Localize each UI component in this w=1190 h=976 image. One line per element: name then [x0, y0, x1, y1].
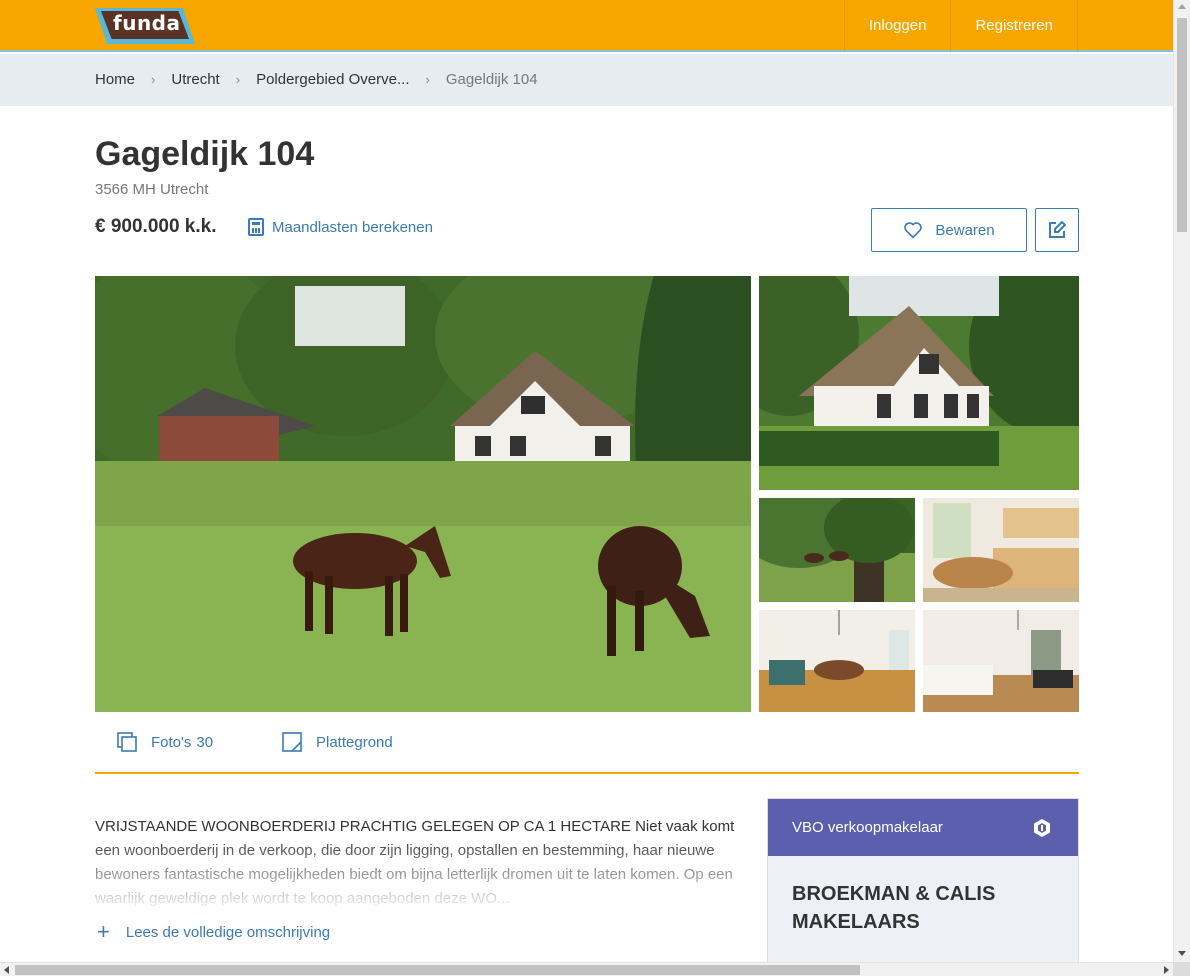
scroll-right-icon[interactable] [1164, 966, 1169, 974]
listing-price: € 900.000 k.k. [95, 216, 217, 237]
agent-card-header: VBO verkoopmakelaar [768, 799, 1078, 856]
save-label: Bewaren [935, 221, 995, 239]
description-text: VRIJSTAANDE WOONBOERDERIJ PRACHTIG GELEG… [95, 818, 735, 907]
tab-floorplan[interactable]: Plattegrond [282, 732, 393, 752]
horizontal-scrollbar[interactable] [0, 962, 1173, 976]
chevron-right-icon: › [151, 72, 156, 87]
register-link[interactable]: Registreren [950, 0, 1078, 52]
floorplan-icon [282, 732, 302, 752]
photos-icon [117, 732, 137, 752]
photo-thumb-horses[interactable] [759, 498, 915, 602]
tab-photos[interactable]: Foto's 30 [117, 732, 213, 752]
top-header: funda Inloggen Registreren [0, 0, 1173, 52]
logo-text: funda [113, 11, 181, 35]
vertical-scroll-thumb[interactable] [1177, 18, 1187, 232]
breadcrumb-city[interactable]: Utrecht [171, 71, 219, 88]
scrollbar-corner [1173, 962, 1190, 976]
vertical-scrollbar[interactable] [1173, 0, 1190, 962]
chevron-right-icon: › [425, 72, 430, 87]
heart-icon [904, 222, 923, 239]
edit-button[interactable] [1035, 208, 1079, 252]
scroll-down-icon[interactable] [1178, 951, 1186, 956]
scroll-up-icon[interactable] [1178, 4, 1186, 9]
breadcrumb-area[interactable]: Poldergebied Overve... [256, 71, 409, 88]
plus-icon: + [97, 919, 110, 944]
main-photo[interactable] [95, 276, 751, 712]
breadcrumb-current: Gageldijk 104 [445, 71, 538, 88]
breadcrumb: Home › Utrecht › Poldergebied Overve... … [95, 71, 538, 88]
horizontal-scroll-thumb[interactable] [15, 965, 860, 975]
page-title: Gageldijk 104 [95, 135, 315, 173]
scroll-left-icon[interactable] [4, 966, 9, 974]
media-tabs: Foto's 30 Plattegrond [95, 718, 1079, 774]
breadcrumb-bar: Home › Utrecht › Poldergebied Overve... … [0, 54, 1173, 106]
save-button[interactable]: Bewaren [871, 208, 1027, 252]
photo-thumb-house[interactable] [759, 276, 1079, 490]
monthly-costs-label: Maandlasten berekenen [272, 218, 433, 236]
photo-thumb-kitchen[interactable] [923, 498, 1079, 602]
agent-type-label: VBO verkoopmakelaar [792, 819, 943, 836]
agent-card-body: BROEKMAN & CALIS MAKELAARS [768, 856, 1078, 975]
calculator-icon [248, 218, 264, 236]
floorplan-label: Plattegrond [316, 733, 393, 751]
monthly-costs-link[interactable]: Maandlasten berekenen [248, 218, 433, 236]
edit-icon [1049, 221, 1066, 238]
chevron-right-icon: › [235, 72, 241, 87]
listing-address: 3566 MH Utrecht [95, 181, 209, 198]
photos-label: Foto's [151, 733, 192, 751]
vbo-badge-icon [1034, 819, 1050, 837]
funda-logo[interactable]: funda [95, 8, 195, 44]
photo-thumb-bedroom[interactable] [923, 610, 1079, 712]
read-more-label: Lees de volledige omschrijving [125, 923, 331, 941]
read-more-link[interactable]: + Lees de volledige omschrijving [97, 921, 330, 943]
breadcrumb-home[interactable]: Home [95, 71, 135, 88]
agent-name[interactable]: BROEKMAN & CALIS MAKELAARS [792, 880, 1054, 936]
header-nav: Inloggen Registreren [843, 0, 1078, 52]
photo-thumb-living-room[interactable] [759, 610, 915, 712]
login-link[interactable]: Inloggen [843, 0, 951, 52]
photos-count: 30 [196, 733, 214, 751]
agent-card: VBO verkoopmakelaar BROEKMAN & CALIS MAK… [767, 798, 1079, 976]
